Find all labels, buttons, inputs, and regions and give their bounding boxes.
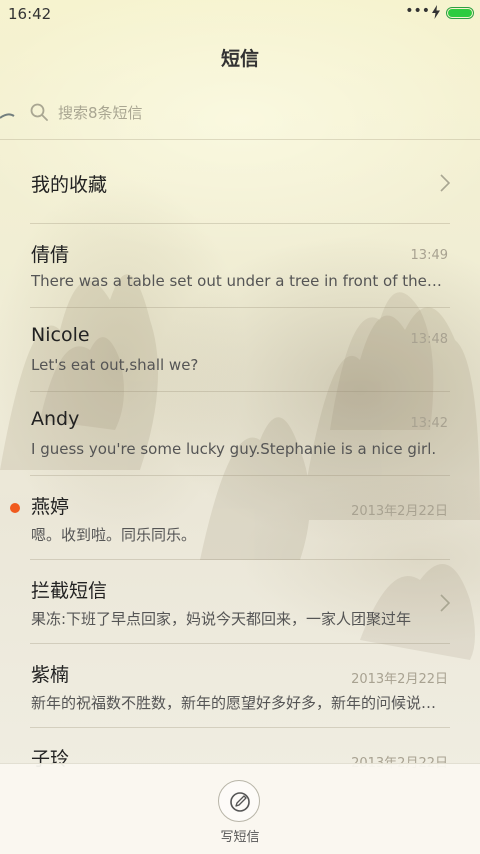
contact-name: Nicole (31, 324, 90, 346)
status-time: 16:42 (8, 5, 52, 23)
contact-name: 倩倩 (31, 244, 70, 266)
blocked-label: 拦截短信 (31, 580, 108, 602)
conversation-item[interactable]: Nicole 13:48 Let's eat out,shall we? (0, 308, 480, 392)
charging-bolt-icon (432, 5, 440, 19)
battery-level (448, 9, 472, 17)
conversation-item[interactable]: 燕婷 2013年2月22日 嗯。收到啦。同乐同乐。 (0, 476, 480, 560)
conversation-item[interactable]: 倩倩 13:49 There was a table set out under… (0, 224, 480, 308)
contact-name: 燕婷 (31, 496, 70, 518)
message-time: 13:48 (410, 332, 448, 347)
message-preview: Let's eat out,shall we? (31, 356, 199, 374)
bottom-toolbar: 写短信 (0, 763, 480, 854)
search-input[interactable] (58, 100, 438, 126)
message-preview: 新年的祝福数不胜数，新年的愿望好多好多，新年的问候说不完 (31, 694, 445, 712)
compose-icon (230, 792, 250, 812)
page-title: 短信 (220, 48, 259, 70)
message-date: 2013年2月22日 (351, 504, 448, 519)
message-preview: I guess you're some lucky guy.Stephanie … (31, 440, 437, 458)
contact-name: 紫楠 (31, 664, 70, 686)
compose-label[interactable]: 写短信 (0, 826, 480, 845)
conversation-item[interactable]: 紫楠 2013年2月22日 新年的祝福数不胜数，新年的愿望好多好多，新年的问候说… (0, 644, 480, 728)
battery-icon (446, 7, 474, 19)
chevron-right-icon (440, 594, 450, 612)
conversation-item[interactable]: Andy 13:42 I guess you're some lucky guy… (0, 392, 480, 476)
dots-icon: ••• (405, 3, 430, 19)
message-time: 13:42 (410, 416, 448, 431)
favorites-label: 我的收藏 (31, 174, 108, 196)
contact-name: Andy (31, 408, 80, 430)
message-date: 2013年2月22日 (351, 672, 448, 687)
message-time: 13:49 (410, 248, 448, 263)
unread-indicator (10, 503, 20, 513)
favorites-row[interactable]: 我的收藏 (0, 140, 480, 224)
chevron-right-icon (440, 174, 450, 192)
message-preview: There was a table set out under a tree i… (31, 272, 445, 290)
search-bar[interactable] (30, 100, 450, 126)
blocked-preview: 果冻:下班了早点回家，妈说今天都回来，一家人团聚过年 (31, 610, 412, 628)
status-bar: 16:42 ••• (0, 0, 480, 28)
search-icon (30, 103, 48, 121)
message-preview: 嗯。收到啦。同乐同乐。 (31, 526, 197, 544)
compose-button[interactable] (218, 780, 260, 822)
blocked-messages-row[interactable]: 拦截短信 果冻:下班了早点回家，妈说今天都回来，一家人团聚过年 (0, 560, 480, 644)
